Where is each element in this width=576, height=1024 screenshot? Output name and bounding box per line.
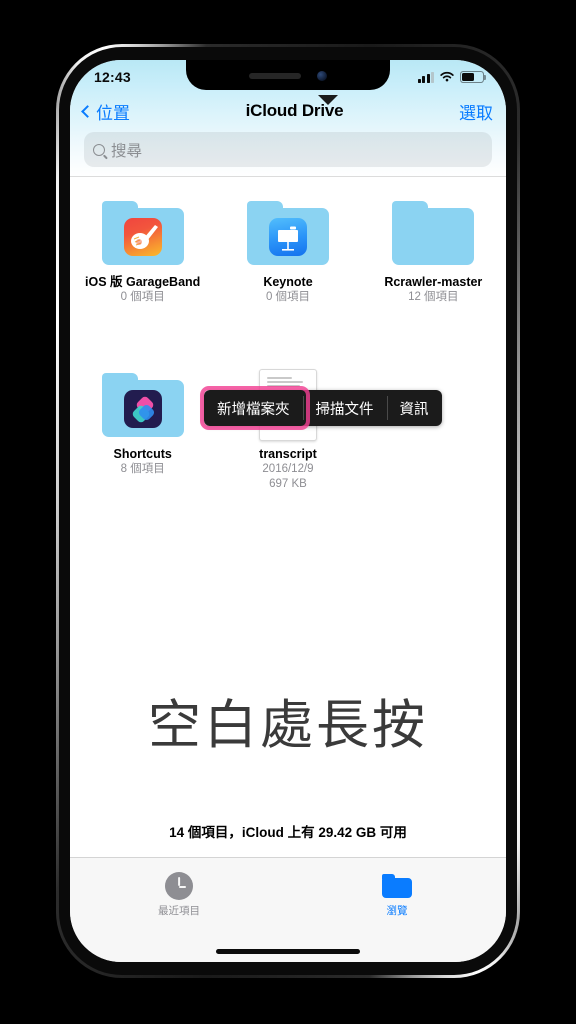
search-placeholder: 搜尋: [111, 142, 143, 160]
annotation-text: 空白處長按: [148, 696, 428, 755]
back-button-label: 位置: [96, 103, 130, 123]
garageband-icon: [123, 217, 162, 256]
file-grid: iOS 版 GarageBand 0 個項目 Keynote 0 個項目 Rcr…: [70, 183, 506, 857]
tab-bar: 最近項目 瀏覽: [70, 857, 506, 962]
file-meta: 0 個項目: [120, 291, 165, 303]
tab-label: 瀏覽: [386, 905, 408, 917]
context-menu-item-info[interactable]: 資訊: [386, 390, 442, 426]
file-item-garageband[interactable]: iOS 版 GarageBand 0 個項目: [70, 183, 215, 305]
front-camera: [317, 71, 327, 81]
folder-icon: [288, 870, 506, 902]
file-size: 697 KB: [269, 478, 307, 490]
shortcuts-icon: [123, 389, 162, 428]
file-meta: 12 個項目: [408, 291, 459, 303]
wifi-icon: [440, 71, 454, 82]
status-indicators: [417, 71, 486, 83]
select-button[interactable]: 選取: [459, 99, 493, 124]
search-icon: [93, 143, 105, 156]
clock-icon: [70, 870, 288, 902]
chevron-left-icon: [81, 104, 94, 118]
file-icon: [70, 195, 215, 271]
tab-browse[interactable]: 瀏覽: [288, 858, 506, 962]
file-meta: 2016/12/9: [262, 463, 314, 475]
notch: [186, 60, 390, 90]
context-menu: 新增檔案夾 掃描文件 資訊: [204, 390, 442, 426]
file-name: Rcrawler-master: [384, 275, 483, 289]
file-item-rcrawler[interactable]: Rcrawler-master 12 個項目: [361, 183, 506, 305]
search-input[interactable]: 搜尋: [84, 132, 492, 167]
file-item-keynote[interactable]: Keynote 0 個項目: [215, 183, 360, 305]
file-name: transcript: [259, 447, 317, 461]
file-item-shortcuts[interactable]: Shortcuts 8 個項目: [70, 355, 215, 492]
back-button[interactable]: 位置: [81, 99, 130, 124]
earpiece-speaker: [249, 73, 301, 79]
cellular-signal-icon: [417, 71, 434, 83]
file-name: iOS 版 GarageBand: [85, 275, 201, 289]
folder-icon: [246, 201, 329, 265]
folder-icon: [392, 201, 475, 265]
home-indicator[interactable]: [216, 949, 360, 954]
file-grid-row: iOS 版 GarageBand 0 個項目 Keynote 0 個項目 Rcr…: [70, 183, 506, 305]
tab-label: 最近項目: [158, 905, 200, 917]
battery-icon: [460, 71, 486, 83]
status-time: 12:43: [94, 69, 131, 85]
folder-icon: [101, 373, 184, 437]
folder-icon: [101, 201, 184, 265]
file-meta: 0 個項目: [265, 291, 311, 303]
keynote-icon: [268, 217, 307, 256]
phone-screen: 12:43 位置 iCloud Drive 選取 搜尋 iOS 版 Garage…: [70, 60, 506, 962]
context-menu-item-new-folder[interactable]: 新增檔案夾: [204, 390, 303, 426]
file-icon: [70, 367, 215, 443]
context-menu-item-scan-document[interactable]: 掃描文件: [302, 390, 387, 426]
status-summary: 14 個項目，iCloud 上有 29.42 GB 可用: [70, 821, 506, 857]
search-bar-container: 搜尋: [70, 132, 506, 176]
nav-bar: 位置 iCloud Drive 選取: [70, 90, 506, 132]
tab-recents[interactable]: 最近項目: [70, 858, 288, 962]
phone-frame: 12:43 位置 iCloud Drive 選取 搜尋 iOS 版 Garage…: [56, 44, 520, 978]
phone-bezel: 12:43 位置 iCloud Drive 選取 搜尋 iOS 版 Garage…: [59, 47, 517, 975]
file-name: Keynote: [263, 275, 313, 289]
file-meta: 8 個項目: [120, 463, 165, 475]
context-menu-arrow: [318, 95, 338, 105]
file-icon: [215, 195, 360, 271]
file-icon: [361, 195, 506, 271]
file-name: Shortcuts: [113, 447, 172, 461]
header-divider: [70, 176, 506, 177]
